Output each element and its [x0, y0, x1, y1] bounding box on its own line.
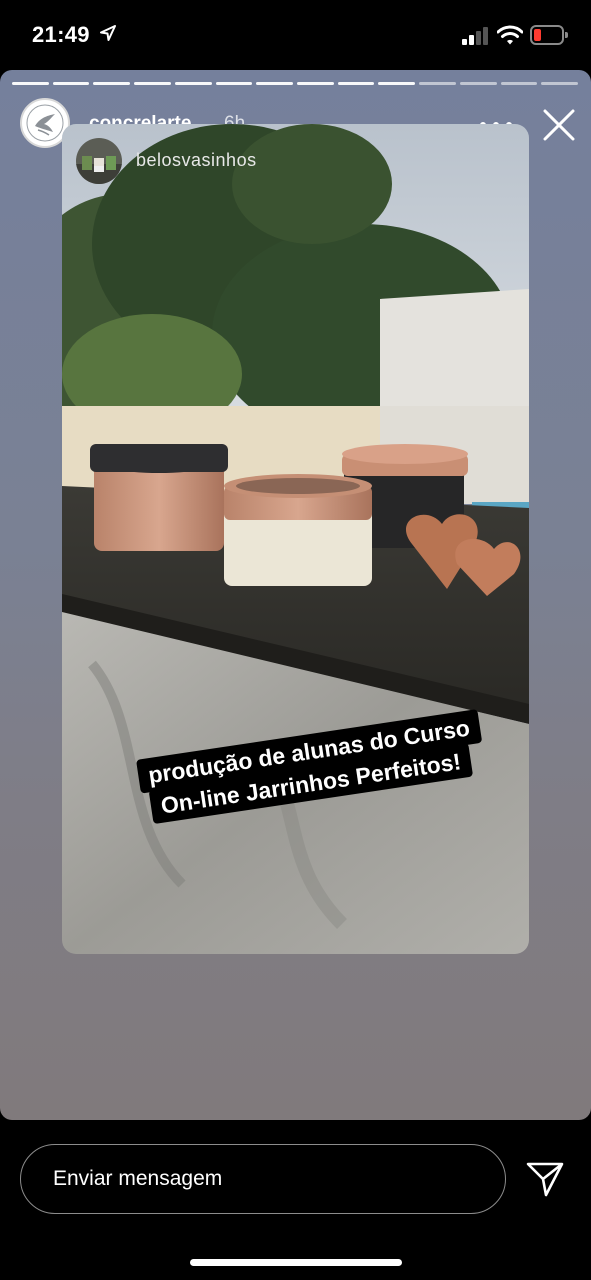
status-bar: 21:49: [0, 0, 591, 70]
status-time: 21:49: [32, 22, 90, 47]
story-progress-segment: [134, 82, 171, 85]
mention-avatar-image: [76, 138, 122, 184]
story-progress-segment: [419, 82, 456, 85]
story-progress-segment: [52, 82, 90, 85]
story-progress-segment: [378, 82, 416, 85]
story-progress-segment: [93, 82, 131, 85]
story-progress-segment: [459, 82, 497, 85]
story-progress-segment: [297, 82, 334, 85]
story-viewer[interactable]: concrelarte 6h belosvasinhos produção de…: [0, 70, 591, 1120]
story-progress-segment: [541, 82, 578, 85]
location-arrow-icon: [100, 25, 116, 41]
message-placeholder: Enviar mensagem: [53, 1167, 223, 1190]
message-input[interactable]: Enviar mensagem: [20, 1144, 506, 1214]
story-progress-segment: [12, 82, 49, 85]
battery-icon: [530, 25, 568, 45]
mentioned-account-avatar[interactable]: [76, 138, 122, 184]
close-icon[interactable]: [538, 104, 580, 146]
wifi-icon: [497, 25, 523, 45]
story-progress-segment: [500, 82, 538, 85]
photo-illustration: [62, 124, 529, 954]
story-progress-segment: [215, 82, 253, 85]
story-progress-segment: [337, 82, 375, 85]
mentioned-account-username[interactable]: belosvasinhos: [136, 150, 257, 171]
story-progress-segment: [174, 82, 212, 85]
shared-post-photo[interactable]: belosvasinhos: [62, 124, 529, 954]
cellular-signal-icon: [462, 27, 490, 45]
story-progress-segment: [256, 82, 293, 85]
send-icon[interactable]: [525, 1160, 565, 1198]
home-indicator[interactable]: [190, 1259, 402, 1266]
story-progress-bar: [12, 82, 578, 85]
